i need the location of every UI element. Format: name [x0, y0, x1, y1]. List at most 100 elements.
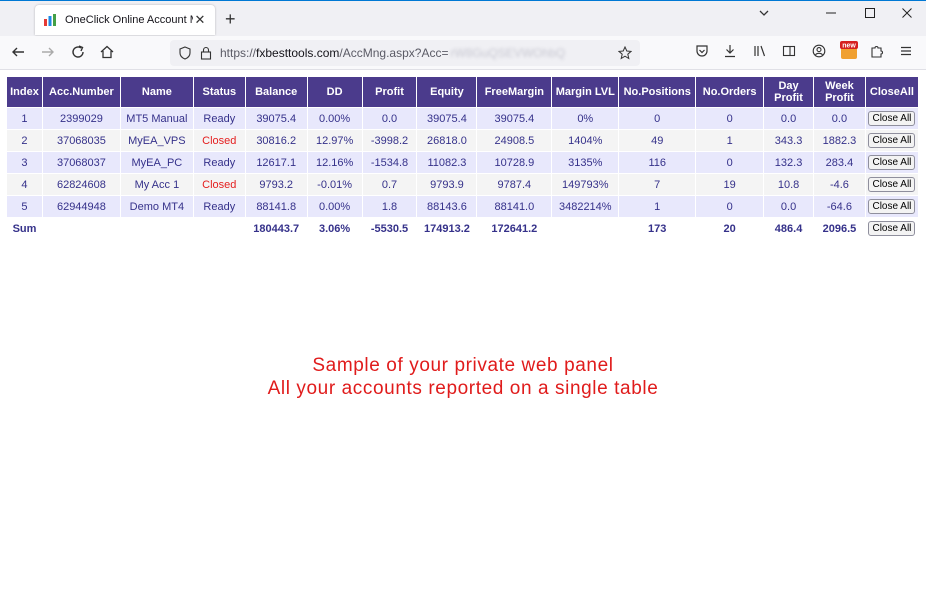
close-all-button[interactable]: Close All — [868, 221, 916, 236]
table-row: 2 37068035 MyEA_VPS Closed 30816.2 12.97… — [6, 129, 920, 152]
cell-index: 5 — [6, 195, 43, 218]
cell-close-all: Close All — [864, 195, 920, 218]
url-obscured-param: rW8GuQSEVWOhbQ — [450, 46, 566, 60]
cell-margin-level: 149793% — [551, 173, 620, 196]
accounts-panel: Index Acc.Number Name Status Balance DD … — [6, 76, 920, 399]
sum-empty-cell — [192, 217, 246, 240]
close-all-button[interactable]: Close All — [868, 111, 916, 126]
bookmark-star-icon[interactable] — [618, 46, 632, 60]
tab-close-icon[interactable]: ✕ — [193, 12, 207, 28]
cell-week-profit: 0.0 — [812, 107, 866, 130]
extension-new-icon[interactable]: new — [840, 40, 858, 65]
sum-dd: 3.06% — [306, 217, 363, 240]
reload-icon[interactable] — [70, 44, 86, 63]
close-all-button[interactable]: Close All — [868, 133, 916, 148]
extensions-puzzle-icon[interactable] — [870, 44, 884, 61]
lock-icon[interactable] — [200, 46, 212, 60]
menu-hamburger-icon[interactable] — [899, 44, 913, 61]
cell-status: Closed — [192, 173, 246, 196]
cell-index: 2 — [6, 129, 43, 152]
header-profit: Profit — [361, 76, 418, 108]
cell-day-profit: 0.0 — [763, 107, 814, 130]
caption-line-1: Sample of your private web panel — [312, 355, 614, 376]
sum-no-positions: 173 — [618, 217, 697, 240]
cell-week-profit: 283.4 — [812, 151, 866, 174]
table-header-row: Index Acc.Number Name Status Balance DD … — [6, 76, 920, 108]
cell-equity: 11082.3 — [416, 151, 478, 174]
cell-name: My Acc 1 — [119, 173, 194, 196]
sum-profit: -5530.5 — [361, 217, 418, 240]
cell-free-margin: 39075.4 — [476, 107, 553, 130]
cell-close-all: Close All — [864, 107, 920, 130]
address-bar[interactable]: https:// fxbesttools.com /AccMng.aspx?Ac… — [170, 40, 640, 66]
cell-name: MyEA_VPS — [119, 129, 194, 152]
sum-row: Sum 180443.7 3.06% -5530.5 174913.2 1726… — [6, 217, 920, 240]
cell-no-orders: 0 — [695, 151, 765, 174]
library-icon[interactable] — [753, 44, 767, 61]
url-path: /AccMng.aspx?Acc= — [339, 46, 449, 60]
new-badge-label: new — [842, 43, 856, 50]
cell-no-orders: 0 — [695, 107, 765, 130]
cell-no-orders: 0 — [695, 195, 765, 218]
sum-balance: 180443.7 — [244, 217, 308, 240]
home-icon[interactable] — [99, 44, 115, 63]
sidebar-icon[interactable] — [782, 44, 796, 61]
cell-index: 1 — [6, 107, 43, 130]
url-host: fxbesttools.com — [256, 46, 340, 60]
cell-profit: 0.0 — [361, 107, 418, 130]
cell-close-all: Close All — [864, 217, 920, 240]
maximize-icon[interactable] — [864, 7, 876, 22]
pocket-icon[interactable] — [695, 44, 709, 61]
header-day-profit: Day Profit — [763, 76, 814, 108]
promo-caption: Sample of your private web panel All you… — [6, 354, 920, 400]
cell-status: Closed — [192, 129, 246, 152]
cell-free-margin: 10728.9 — [476, 151, 553, 174]
header-no-positions: No.Positions — [618, 76, 697, 108]
cell-day-profit: 132.3 — [763, 151, 814, 174]
cell-profit: 1.8 — [361, 195, 418, 218]
minimize-icon[interactable] — [825, 7, 837, 22]
cell-equity: 26818.0 — [416, 129, 478, 152]
sum-no-orders: 20 — [695, 217, 765, 240]
cell-no-positions: 49 — [618, 129, 697, 152]
downloads-icon[interactable] — [723, 44, 737, 61]
url-prefix: https:// — [220, 46, 257, 60]
browser-tab[interactable]: OneClick Online Account Mana ✕ — [35, 5, 215, 35]
cell-close-all: Close All — [864, 173, 920, 196]
cell-equity: 39075.4 — [416, 107, 478, 130]
table-row: 4 62824608 My Acc 1 Closed 9793.2 -0.01%… — [6, 173, 920, 196]
cell-no-orders: 1 — [695, 129, 765, 152]
header-close-all: CloseAll — [864, 76, 920, 108]
window-close-icon[interactable] — [901, 7, 913, 22]
tab-list-chevron-icon[interactable] — [758, 7, 770, 22]
tracking-shield-icon[interactable] — [178, 46, 192, 60]
cell-index: 4 — [6, 173, 43, 196]
cell-status: Ready — [192, 195, 246, 218]
cell-dd: 12.97% — [306, 129, 363, 152]
cell-close-all: Close All — [864, 151, 920, 174]
cell-day-profit: 10.8 — [763, 173, 814, 196]
header-week-profit: Week Profit — [812, 76, 866, 108]
accounts-table: Index Acc.Number Name Status Balance DD … — [6, 76, 920, 240]
forward-icon[interactable] — [40, 44, 56, 63]
cell-name: Demo MT4 — [119, 195, 194, 218]
cell-name: MT5 Manual — [119, 107, 194, 130]
cell-balance: 9793.2 — [244, 173, 308, 196]
table-row: 3 37068037 MyEA_PC Ready 12617.1 12.16% … — [6, 151, 920, 174]
sum-empty-cell — [41, 217, 121, 240]
cell-balance: 39075.4 — [244, 107, 308, 130]
account-icon[interactable] — [812, 44, 826, 61]
sum-free-margin: 172641.2 — [476, 217, 553, 240]
cell-profit: -3998.2 — [361, 129, 418, 152]
header-margin-level: Margin LVL — [551, 76, 620, 108]
cell-free-margin: 24908.5 — [476, 129, 553, 152]
cell-dd: -0.01% — [306, 173, 363, 196]
new-tab-button[interactable]: + — [225, 9, 236, 30]
close-all-button[interactable]: Close All — [868, 177, 916, 192]
cell-free-margin: 9787.4 — [476, 173, 553, 196]
header-free-margin: FreeMargin — [476, 76, 553, 108]
close-all-button[interactable]: Close All — [868, 155, 916, 170]
close-all-button[interactable]: Close All — [868, 199, 916, 214]
back-icon[interactable] — [10, 44, 26, 63]
cell-equity: 9793.9 — [416, 173, 478, 196]
